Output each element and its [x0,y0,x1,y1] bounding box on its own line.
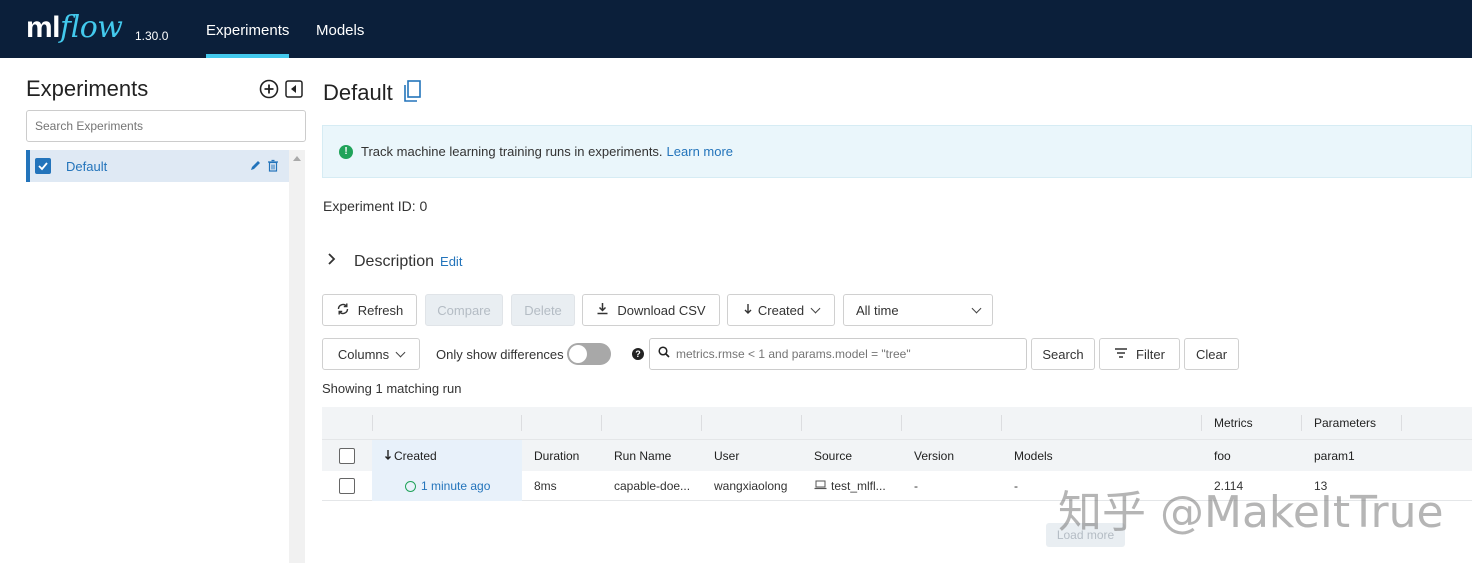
laptop-icon [814,479,827,493]
success-icon [405,480,416,492]
search-icon [658,345,670,363]
arrow-down-icon [743,303,753,318]
column-header-param1[interactable]: param1 [1302,440,1355,472]
table-row[interactable]: 1 minute ago 8ms capable-doe... wangxiao… [322,471,1472,501]
sidebar-title: Experiments [26,76,149,101]
table-header: Created Duration Run Name User Source Ve… [322,439,1472,472]
download-csv-button[interactable]: Download CSV [582,294,720,326]
tab-experiments[interactable]: Experiments [206,0,290,58]
learn-more-link[interactable]: Learn more [667,144,733,159]
sidebar-scrollbar[interactable] [289,150,305,563]
download-icon [596,302,609,318]
matching-runs-count: Showing 1 matching run [322,381,462,396]
description-edit-link[interactable]: Edit [440,254,462,269]
search-experiments-input[interactable] [26,110,306,142]
time-range-select[interactable]: All time [843,294,993,326]
search-runs-field[interactable] [649,338,1027,370]
run-version: - [914,479,918,493]
compare-button[interactable]: Compare [425,294,503,326]
search-runs-input[interactable] [676,347,1016,361]
tab-models[interactable]: Models [316,0,364,58]
column-header-foo[interactable]: foo [1202,440,1231,472]
experiment-id: Experiment ID: 0 [323,198,428,214]
run-source[interactable]: test_mlfl... [802,471,886,501]
banner-text: Track machine learning training runs in … [361,144,663,159]
row-checkbox[interactable] [339,478,355,494]
column-header-user[interactable]: User [702,440,739,472]
sort-select[interactable]: Created [727,294,835,326]
column-header-source[interactable]: Source [802,440,852,472]
run-duration: 8ms [534,479,557,493]
columns-button[interactable]: Columns [322,338,420,370]
column-header-created[interactable]: Created [372,440,522,472]
collapse-sidebar-icon[interactable] [285,80,303,98]
sidebar-item-default[interactable]: Default [26,150,289,182]
refresh-button[interactable]: Refresh [322,294,417,326]
run-created-link[interactable]: 1 minute ago [372,471,522,501]
delete-button[interactable]: Delete [511,294,575,326]
filter-icon [1114,347,1128,362]
column-header-models[interactable]: Models [1002,440,1053,472]
add-experiment-icon[interactable] [259,79,279,99]
help-icon[interactable]: ? [632,348,644,360]
top-navbar: mlflow 1.30.0 Experiments Models [0,0,1472,58]
run-user: wangxiaolong [714,479,788,493]
run-metric-foo: 2.114 [1214,479,1244,493]
column-header-run-name[interactable]: Run Name [602,440,671,472]
version-label: 1.30.0 [135,29,169,43]
chevron-down-icon [395,347,406,357]
run-name[interactable]: capable-doe... [602,471,690,501]
description-label: Description [354,252,435,270]
chevron-right-icon[interactable] [326,252,338,271]
page-title: Default [323,80,421,108]
column-header-duration[interactable]: Duration [522,440,579,472]
experiment-list: Default [26,150,290,563]
chevron-down-icon [810,303,821,313]
edit-icon[interactable] [249,159,262,177]
delete-icon[interactable] [267,159,279,177]
info-banner: ! Track machine learning training runs i… [322,125,1472,178]
info-icon: ! [339,144,353,159]
parameters-group-header: Parameters [1314,416,1377,430]
clear-button[interactable]: Clear [1184,338,1239,370]
refresh-icon [336,302,350,319]
description-section[interactable]: Description Edit [326,252,462,271]
arrow-down-icon [384,449,392,464]
sidebar-item-label: Default [66,158,108,174]
select-all-checkbox[interactable] [339,448,355,464]
metrics-group-header: Metrics [1214,416,1253,430]
load-more-button[interactable]: Load more [1046,523,1125,547]
only-show-differences-toggle[interactable] [567,343,611,365]
table-group-header: Metrics Parameters [322,407,1472,439]
experiment-checkbox[interactable] [35,158,51,174]
search-button[interactable]: Search [1031,338,1095,370]
only-show-differences-label: Only show differences [436,347,564,362]
copy-icon[interactable] [403,80,421,108]
run-param-param1: 13 [1314,479,1328,493]
run-models: - [1014,479,1018,493]
chevron-down-icon [971,303,982,313]
mlflow-logo[interactable]: mlflow [26,10,123,45]
filter-button[interactable]: Filter [1099,338,1180,370]
column-header-version[interactable]: Version [902,440,954,472]
